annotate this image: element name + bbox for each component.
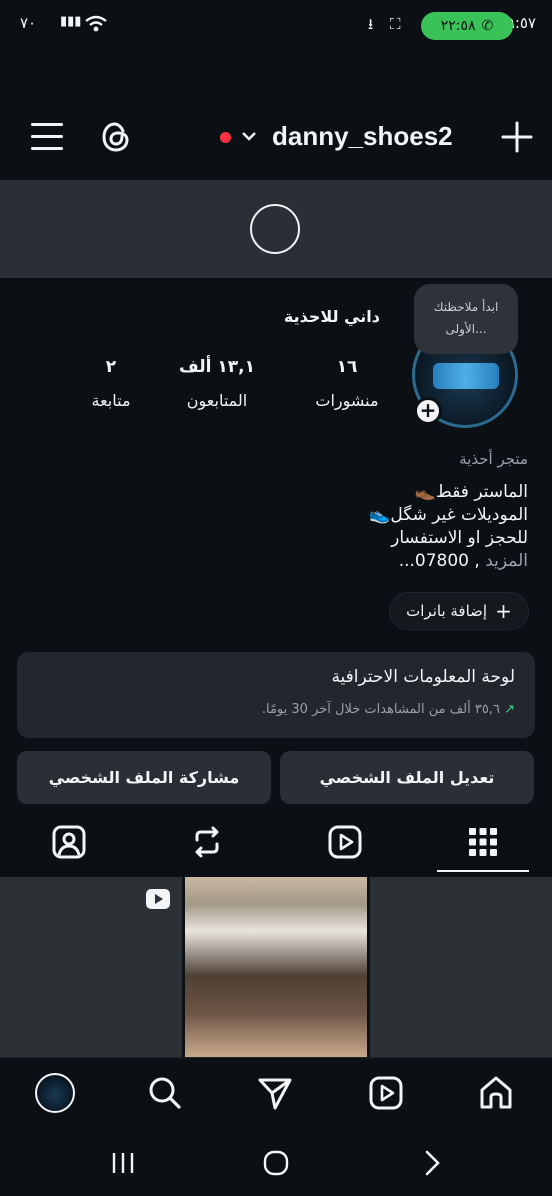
add-banners-label: إضافة بانرات (406, 602, 488, 620)
home-icon[interactable] (477, 1074, 515, 1112)
status-bar: ٩:٥٧ ٢٢:٥٨ ✆ ⛶ ⭳ ٧٠ ▮▮▮ (0, 0, 552, 50)
signal-icon: ▮▮▮ (60, 14, 82, 29)
active-tab-indicator (437, 870, 529, 872)
home-button-icon[interactable] (262, 1149, 290, 1177)
dashboard-subtitle: ↗ ٣٥,٦ ألف من المشاهدات خلال آخر 30 يومً… (262, 702, 515, 717)
recent-apps-icon[interactable] (109, 1149, 137, 1177)
bottom-navigation (0, 1057, 552, 1127)
dashboard-views-text: ٣٥,٦ ألف من المشاهدات خلال آخر 30 يومًا. (261, 702, 500, 717)
download-icon: ⭳ (368, 15, 374, 33)
threads-icon[interactable] (99, 120, 133, 154)
reels-icon[interactable] (325, 822, 365, 862)
following-count: ٢ (105, 357, 117, 377)
grid-icon[interactable] (463, 822, 503, 862)
bio-line: الماستر فقط👞 (414, 482, 528, 502)
direct-messages-icon[interactable] (256, 1074, 294, 1112)
profile-bio: الماستر فقط👞 الموديلات غير شگل👟 للحجز او… (148, 481, 528, 573)
reels-nav-icon[interactable] (367, 1074, 405, 1112)
screenshot-icon: ⛶ (390, 15, 401, 33)
create-plus-icon[interactable] (500, 120, 534, 154)
reel-badge-icon (146, 889, 170, 909)
battery-level: ٧٠ (20, 14, 37, 32)
system-navigation-bar (0, 1127, 552, 1196)
live-indicator-dot (220, 132, 231, 143)
phone-icon: ✆ (481, 18, 494, 34)
reposts-icon[interactable] (187, 822, 227, 862)
add-story-plus-icon[interactable]: + (414, 397, 442, 425)
following-label: متابعة (91, 391, 131, 410)
followers-count: ١٣,١ ألف (179, 357, 255, 377)
ongoing-call-pill[interactable]: ٢٢:٥٨ ✆ (421, 12, 513, 40)
add-banners-button[interactable]: إضافة بانرات + (389, 592, 529, 630)
edit-profile-button[interactable]: تعديل الملف الشخصي (280, 751, 534, 804)
posts-label: منشورات (315, 391, 379, 410)
posts-grid (0, 877, 552, 1057)
plus-icon: + (495, 599, 512, 623)
profile-category: متجر أحذية (459, 450, 528, 468)
stat-posts[interactable]: ١٦ منشورات (312, 357, 382, 410)
menu-icon[interactable] (31, 123, 63, 151)
loading-banner (0, 180, 552, 278)
wifi-icon (85, 15, 107, 32)
grid-post-shoe-photo[interactable] (185, 877, 367, 1057)
grid-post[interactable] (370, 877, 552, 1057)
bio-line: الموديلات غير شگل👟 (369, 505, 528, 525)
followers-label: المتابعون (186, 391, 248, 410)
bio-line-last: المزيد , 07800... (148, 550, 528, 573)
grid-post[interactable] (0, 877, 182, 1057)
loading-spinner (250, 204, 300, 254)
profile-tab-avatar[interactable] (35, 1073, 75, 1113)
chevron-down-icon[interactable] (240, 127, 258, 145)
avatar-logo (433, 363, 499, 389)
profile-display-name: داني للاحذية (283, 307, 380, 326)
bio-more-link[interactable]: المزيد (485, 551, 528, 571)
profile-content-tabs (0, 812, 552, 874)
posts-count: ١٦ (336, 357, 358, 377)
back-icon[interactable] (418, 1149, 446, 1177)
professional-dashboard-card[interactable]: لوحة المعلومات الاحترافية ↗ ٣٥,٦ ألف من … (17, 652, 535, 738)
stat-followers[interactable]: ١٣,١ ألف المتابعون (172, 357, 262, 410)
profile-top-bar: danny_shoes2 (0, 96, 552, 180)
call-timer: ٢٢:٥٨ (440, 18, 476, 34)
search-icon[interactable] (146, 1074, 184, 1112)
add-note-bubble[interactable]: ابدأ ملاحظتك الأولى... (414, 284, 518, 354)
bio-line: للحجز او الاستفسار (391, 528, 528, 548)
bio-line: , 07800... (398, 551, 480, 571)
dashboard-title: لوحة المعلومات الاحترافية (331, 667, 515, 687)
tagged-icon[interactable] (49, 822, 89, 862)
trend-up-icon: ↗ (504, 702, 515, 717)
account-username[interactable]: danny_shoes2 (272, 121, 453, 152)
stat-following[interactable]: ٢ متابعة (66, 357, 156, 410)
share-profile-button[interactable]: مشاركة الملف الشخصي (17, 751, 271, 804)
